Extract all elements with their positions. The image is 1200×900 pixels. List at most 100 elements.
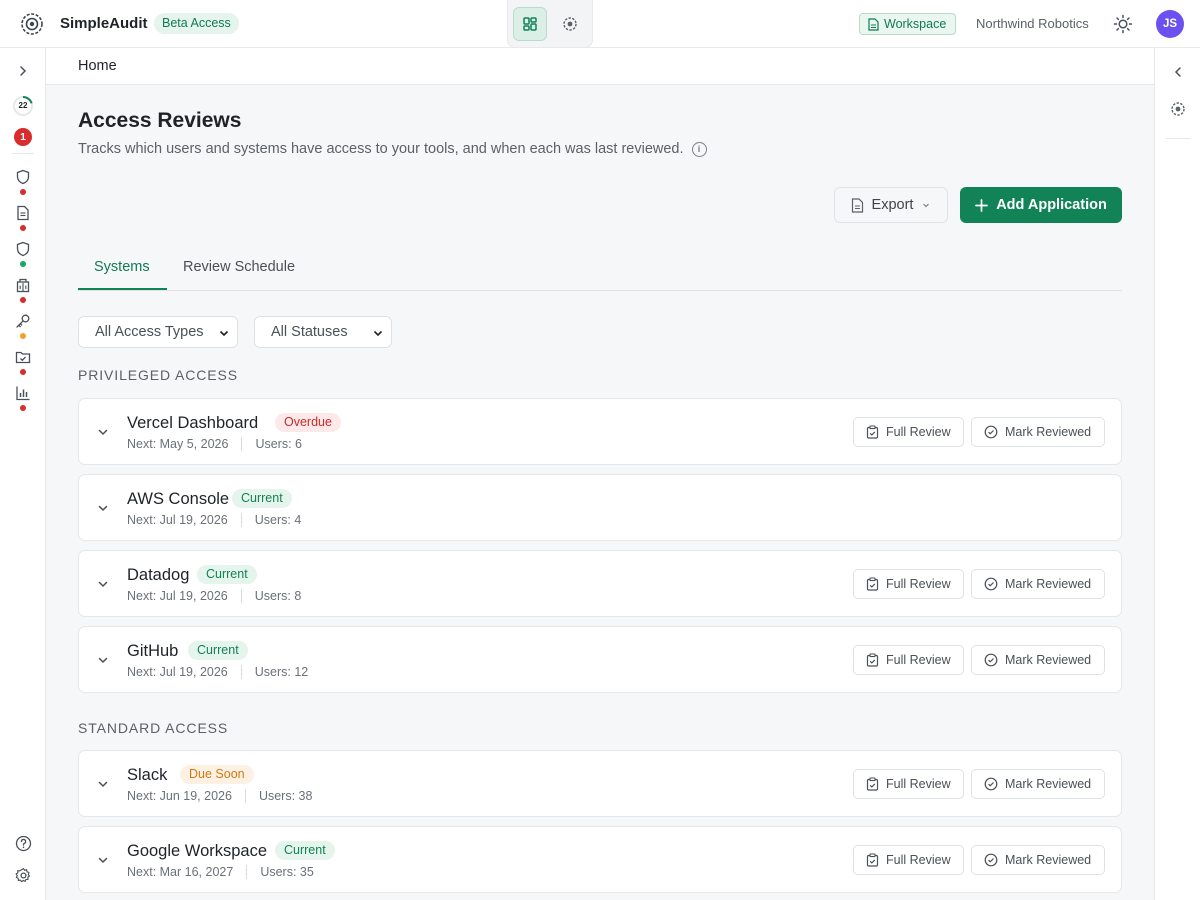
application-name: Datadog bbox=[127, 566, 190, 584]
expand-chevron-icon[interactable] bbox=[97, 501, 109, 513]
mark-reviewed-button[interactable]: Mark Reviewed bbox=[971, 769, 1105, 799]
app-logo-icon[interactable] bbox=[20, 12, 44, 36]
mark-reviewed-button[interactable]: Mark Reviewed bbox=[971, 569, 1105, 599]
theme-toggle-button[interactable] bbox=[1111, 12, 1135, 36]
collapse-panel-button[interactable] bbox=[1155, 65, 1200, 79]
divider bbox=[12, 153, 34, 154]
status-filter[interactable]: All Statuses bbox=[254, 316, 392, 348]
sidebar-item-security[interactable] bbox=[0, 169, 46, 185]
mark-reviewed-label: Mark Reviewed bbox=[1005, 853, 1092, 867]
expand-chevron-icon[interactable] bbox=[97, 577, 109, 589]
document-icon bbox=[868, 17, 879, 31]
sidebar-item-reports[interactable] bbox=[0, 385, 46, 401]
chevron-down-icon bbox=[923, 203, 930, 208]
shield-icon bbox=[16, 241, 30, 257]
shield-icon bbox=[16, 169, 30, 185]
divider bbox=[241, 437, 243, 451]
expand-chevron-icon[interactable] bbox=[97, 853, 109, 865]
sidebar-item-vendors[interactable] bbox=[0, 277, 46, 293]
notification-badge: 1 bbox=[14, 128, 32, 146]
full-review-label: Full Review bbox=[886, 653, 951, 667]
application-card[interactable]: Datadog Current Next: Jul 19, 2026 Users: 8… bbox=[78, 550, 1122, 617]
tab-systems[interactable]: Systems bbox=[94, 259, 150, 275]
plus-icon bbox=[975, 198, 989, 212]
application-name: Vercel Dashboard bbox=[127, 414, 259, 432]
org-name[interactable]: Northwind Robotics bbox=[976, 16, 1089, 31]
next-review-date: Next: May 5, 2026 bbox=[127, 437, 229, 451]
sidebar-item-controls[interactable] bbox=[0, 241, 46, 257]
full-review-button[interactable]: Full Review bbox=[853, 645, 964, 675]
next-review-date: Next: Jul 19, 2026 bbox=[127, 589, 228, 603]
dashboard-view-button[interactable] bbox=[513, 7, 547, 41]
sidebar-item-evidence[interactable] bbox=[0, 349, 46, 365]
expand-sidebar-button[interactable] bbox=[0, 64, 46, 78]
right-rail bbox=[1154, 48, 1200, 900]
chevron-left-icon bbox=[1174, 67, 1181, 77]
page-subtitle: Tracks which users and systems have acce… bbox=[78, 141, 707, 157]
full-review-label: Full Review bbox=[886, 777, 951, 791]
next-review-date: Next: Jul 19, 2026 bbox=[127, 665, 228, 679]
assistant-view-button[interactable] bbox=[553, 7, 587, 41]
chevron-down-icon bbox=[373, 330, 383, 337]
full-review-button[interactable]: Full Review bbox=[853, 417, 964, 447]
target-icon bbox=[563, 17, 577, 31]
mark-reviewed-button[interactable]: Mark Reviewed bbox=[971, 845, 1105, 875]
sidebar-item-policies[interactable] bbox=[0, 205, 46, 221]
status-badge: Current bbox=[232, 489, 292, 508]
full-review-button[interactable]: Full Review bbox=[853, 569, 964, 599]
application-name: Slack bbox=[127, 766, 168, 784]
clipboard-check-icon bbox=[866, 653, 879, 667]
full-review-button[interactable]: Full Review bbox=[853, 845, 964, 875]
sidebar-item-access[interactable] bbox=[0, 313, 46, 329]
clipboard-check-icon bbox=[866, 577, 879, 591]
add-application-button[interactable]: Add Application bbox=[960, 187, 1122, 223]
full-review-label: Full Review bbox=[886, 853, 951, 867]
mark-reviewed-button[interactable]: Mark Reviewed bbox=[971, 417, 1105, 447]
full-review-button[interactable]: Full Review bbox=[853, 769, 964, 799]
divider bbox=[240, 665, 242, 679]
export-button[interactable]: Export bbox=[834, 187, 948, 223]
workspace-button[interactable]: Workspace bbox=[859, 13, 957, 35]
file-icon bbox=[851, 197, 863, 213]
check-circle-icon bbox=[984, 653, 998, 667]
application-card[interactable]: Vercel Dashboard Overdue Next: May 5, 2026… bbox=[78, 398, 1122, 465]
access-type-filter[interactable]: All Access Types bbox=[78, 316, 238, 348]
application-meta: Next: Jul 19, 2026 Users: 12 bbox=[127, 665, 308, 679]
application-card[interactable]: Google Workspace Current Next: Mar 16, 202… bbox=[78, 826, 1122, 893]
help-icon bbox=[15, 835, 31, 852]
app-name[interactable]: SimpleAudit bbox=[60, 15, 148, 32]
beta-badge: Beta Access bbox=[154, 13, 239, 34]
assistant-button[interactable] bbox=[1155, 101, 1200, 117]
notifications-button[interactable]: 1 bbox=[0, 128, 46, 146]
gear-icon bbox=[15, 867, 30, 883]
section-label: PRIVILEGED ACCESS bbox=[78, 367, 239, 383]
divider bbox=[244, 789, 246, 803]
status-dot bbox=[20, 189, 26, 195]
document-icon bbox=[17, 205, 29, 221]
mark-reviewed-label: Mark Reviewed bbox=[1005, 425, 1092, 439]
expand-chevron-icon[interactable] bbox=[97, 425, 109, 437]
info-icon[interactable]: i bbox=[691, 141, 707, 157]
tab-review-schedule[interactable]: Review Schedule bbox=[183, 259, 295, 275]
user-avatar[interactable]: JS bbox=[1156, 10, 1184, 38]
check-circle-icon bbox=[984, 577, 998, 591]
next-review-date: Next: Jul 19, 2026 bbox=[127, 513, 228, 527]
workspace-label: Workspace bbox=[884, 17, 947, 31]
clipboard-check-icon bbox=[866, 425, 879, 439]
divider bbox=[240, 589, 242, 603]
expand-chevron-icon[interactable] bbox=[97, 653, 109, 665]
mark-reviewed-button[interactable]: Mark Reviewed bbox=[971, 645, 1105, 675]
breadcrumb-home[interactable]: Home bbox=[78, 58, 117, 74]
help-button[interactable] bbox=[0, 835, 46, 852]
view-switcher bbox=[507, 0, 593, 48]
user-count: Users: 35 bbox=[260, 865, 314, 879]
application-card[interactable]: AWS Console Current Next: Jul 19, 2026 User… bbox=[78, 474, 1122, 541]
application-card[interactable]: Slack Due Soon Next: Jun 19, 2026 Users: 38… bbox=[78, 750, 1122, 817]
progress-ring[interactable]: 22 bbox=[0, 95, 46, 117]
settings-button[interactable] bbox=[0, 867, 46, 884]
key-icon bbox=[16, 314, 30, 328]
expand-chevron-icon[interactable] bbox=[97, 777, 109, 789]
application-meta: Next: Jul 19, 2026 Users: 8 bbox=[127, 589, 301, 603]
active-tab-indicator bbox=[78, 288, 167, 290]
application-card[interactable]: GitHub Current Next: Jul 19, 2026 Users: 12… bbox=[78, 626, 1122, 693]
